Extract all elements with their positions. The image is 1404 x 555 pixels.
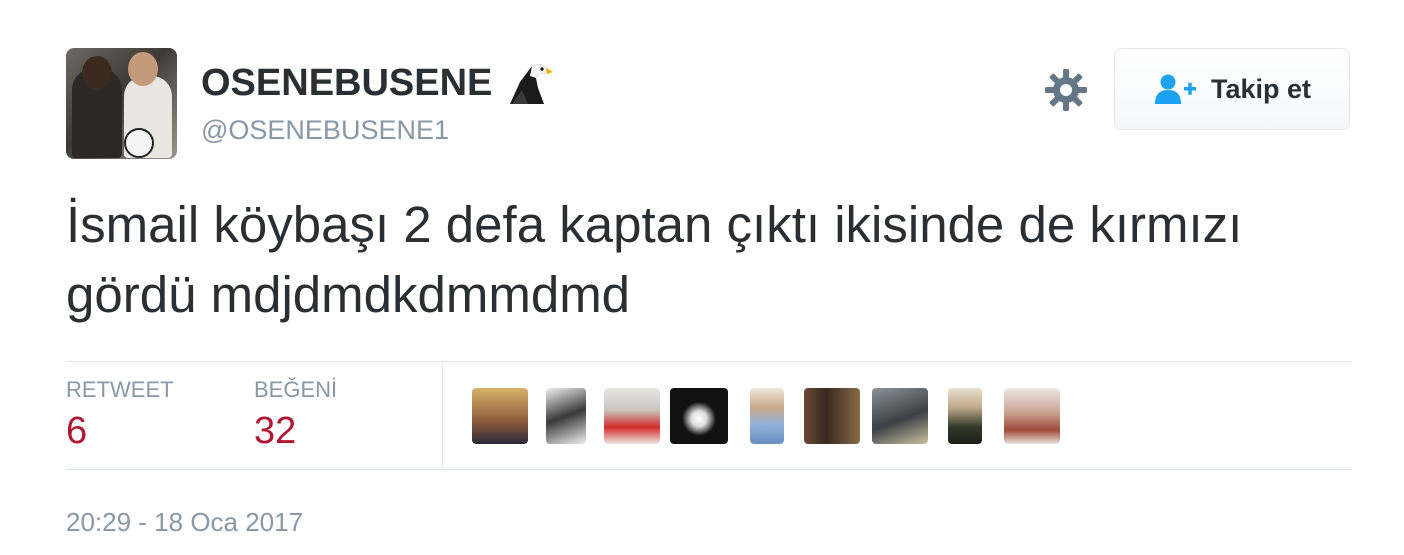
liker-avatar-4[interactable]: [670, 388, 728, 444]
liker-avatar-6[interactable]: [804, 388, 860, 444]
stats-bottom-divider: [66, 469, 1352, 470]
gear-icon[interactable]: [1044, 68, 1088, 112]
retweet-label: RETWEET: [66, 377, 174, 402]
like-stat[interactable]: BEĞENİ 32: [254, 376, 337, 454]
stats-vertical-divider: [442, 362, 443, 468]
liker-avatar-7[interactable]: [872, 388, 928, 444]
liker-avatar-1[interactable]: [472, 388, 528, 444]
tweet-text: İsmail köybaşı 2 defa kaptan çıktı ikisi…: [66, 196, 1243, 323]
liker-avatar-3[interactable]: [604, 388, 660, 444]
follow-button[interactable]: Takip et: [1114, 48, 1350, 130]
retweet-stat[interactable]: RETWEET 6: [66, 376, 174, 454]
retweet-count: 6: [66, 410, 88, 452]
avatar-head-left: [82, 56, 112, 90]
avatar-head-right: [128, 52, 158, 86]
like-count: 32: [254, 410, 297, 452]
display-name-row[interactable]: OSENEBUSENE: [201, 60, 554, 106]
avatar-ball: [124, 128, 154, 158]
display-name[interactable]: OSENEBUSENE: [201, 60, 492, 106]
stats-top-divider: [66, 361, 1352, 362]
liker-avatar-2[interactable]: [546, 388, 586, 444]
like-label: BEĞENİ: [254, 377, 338, 402]
eagle-icon: [510, 64, 554, 104]
liker-avatar-8[interactable]: [948, 388, 982, 444]
username[interactable]: @OSENEBUSENE1: [201, 113, 449, 147]
profile-avatar[interactable]: [66, 48, 177, 159]
follow-label: Takip et: [1210, 73, 1312, 104]
liker-avatar-5[interactable]: [750, 388, 784, 444]
tweet-timestamp[interactable]: 20:29 - 18 Oca 2017: [66, 505, 303, 539]
add-user-icon: [1154, 74, 1196, 104]
liker-avatar-9[interactable]: [1004, 388, 1060, 444]
